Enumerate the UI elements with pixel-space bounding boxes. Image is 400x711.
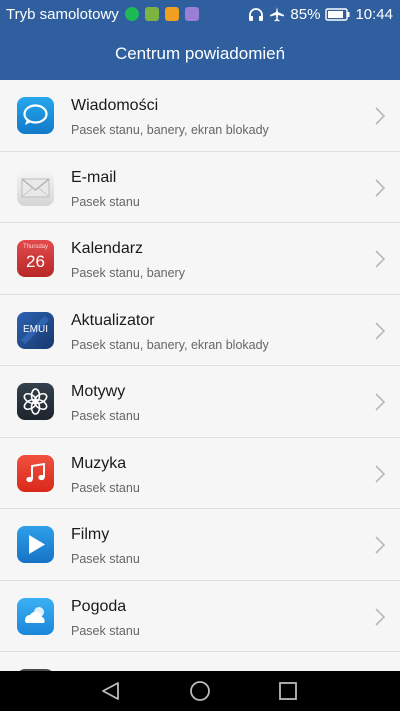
list-item-kalendarz[interactable]: Thursday 26 Kalendarz Pasek stanu, baner… (0, 223, 400, 295)
navigation-bar (0, 671, 400, 711)
clock: 10:44 (355, 5, 393, 23)
chevron-right-icon (375, 321, 386, 340)
app-name: Aktualizator (71, 311, 155, 329)
app-notification-icon (184, 7, 199, 21)
chevron-right-icon (375, 393, 386, 411)
list-item-muzyka[interactable]: Muzyka Pasek stanu (0, 438, 400, 509)
app-name: Pogoda (71, 597, 127, 615)
app-name: E-mail (71, 168, 117, 186)
messages-icon (17, 97, 54, 134)
calendar-day-label: Thursday (22, 244, 48, 250)
battery-percentage: 85% (290, 5, 321, 23)
app-notification-list: Wiadomości Pasek stanu, banery, ekran bl… (0, 80, 400, 671)
list-item-filmy[interactable]: Filmy Pasek stanu (0, 509, 400, 581)
chevron-right-icon (375, 250, 386, 268)
emui-label: EMUI (23, 323, 48, 335)
weather-icon (17, 597, 54, 635)
app-name: Kalendarz (71, 240, 144, 257)
list-item-pogoda[interactable]: Pogoda Pasek stanu (0, 581, 400, 652)
chevron-right-icon (375, 607, 386, 626)
spotify-notification-icon (124, 7, 139, 21)
app-notification-icon (164, 7, 179, 21)
notification-types: Pasek stanu (71, 480, 140, 495)
themes-icon (17, 383, 54, 420)
chevron-right-icon (375, 464, 386, 483)
app-name: Filmy (71, 526, 110, 543)
app-name: Wiadomości (71, 97, 159, 114)
back-icon[interactable] (81, 671, 141, 711)
list-item-motywy[interactable]: Motywy Pasek stanu (0, 366, 400, 438)
status-bar: Tryb samolotowy 85% 10:44 (0, 0, 400, 28)
email-icon (17, 168, 54, 206)
videos-icon (17, 526, 54, 563)
page-header: Centrum powiadomień (0, 28, 400, 80)
page-title: Centrum powiadomień (114, 44, 286, 63)
emui-updater-icon: EMUI (17, 311, 54, 349)
notification-types: Pasek stanu (71, 194, 140, 209)
app-name: Muzyka (71, 454, 127, 472)
battery-icon (325, 7, 350, 21)
headphones-icon (249, 7, 264, 21)
recent-apps-icon[interactable] (258, 671, 318, 711)
home-icon[interactable] (170, 671, 230, 711)
calendar-icon: Thursday 26 (17, 240, 54, 277)
list-item-partial[interactable] (0, 652, 400, 671)
chevron-right-icon (375, 536, 386, 554)
chevron-right-icon (375, 107, 386, 125)
app-name: Motywy (71, 383, 126, 400)
notification-types: Pasek stanu, banery (71, 266, 185, 280)
notification-types: Pasek stanu, banery, ekran blokady (71, 337, 269, 352)
app-notification-icon (144, 7, 159, 21)
music-icon (17, 454, 54, 492)
notification-types: Pasek stanu (71, 409, 140, 423)
notification-types: Pasek stanu, banery, ekran blokady (71, 123, 269, 137)
list-item-wiadomosci[interactable]: Wiadomości Pasek stanu, banery, ekran bl… (0, 80, 400, 152)
airplane-mode-label: Tryb samolotowy (6, 5, 119, 23)
list-item-email[interactable]: E-mail Pasek stanu (0, 152, 400, 223)
chevron-right-icon (375, 178, 386, 197)
list-item-aktualizator[interactable]: EMUI Aktualizator Pasek stanu, banery, e… (0, 295, 400, 366)
calendar-date-label: 26 (26, 252, 45, 271)
notification-types: Pasek stanu (71, 623, 140, 638)
airplane-icon (270, 7, 285, 22)
notification-types: Pasek stanu (71, 552, 140, 566)
